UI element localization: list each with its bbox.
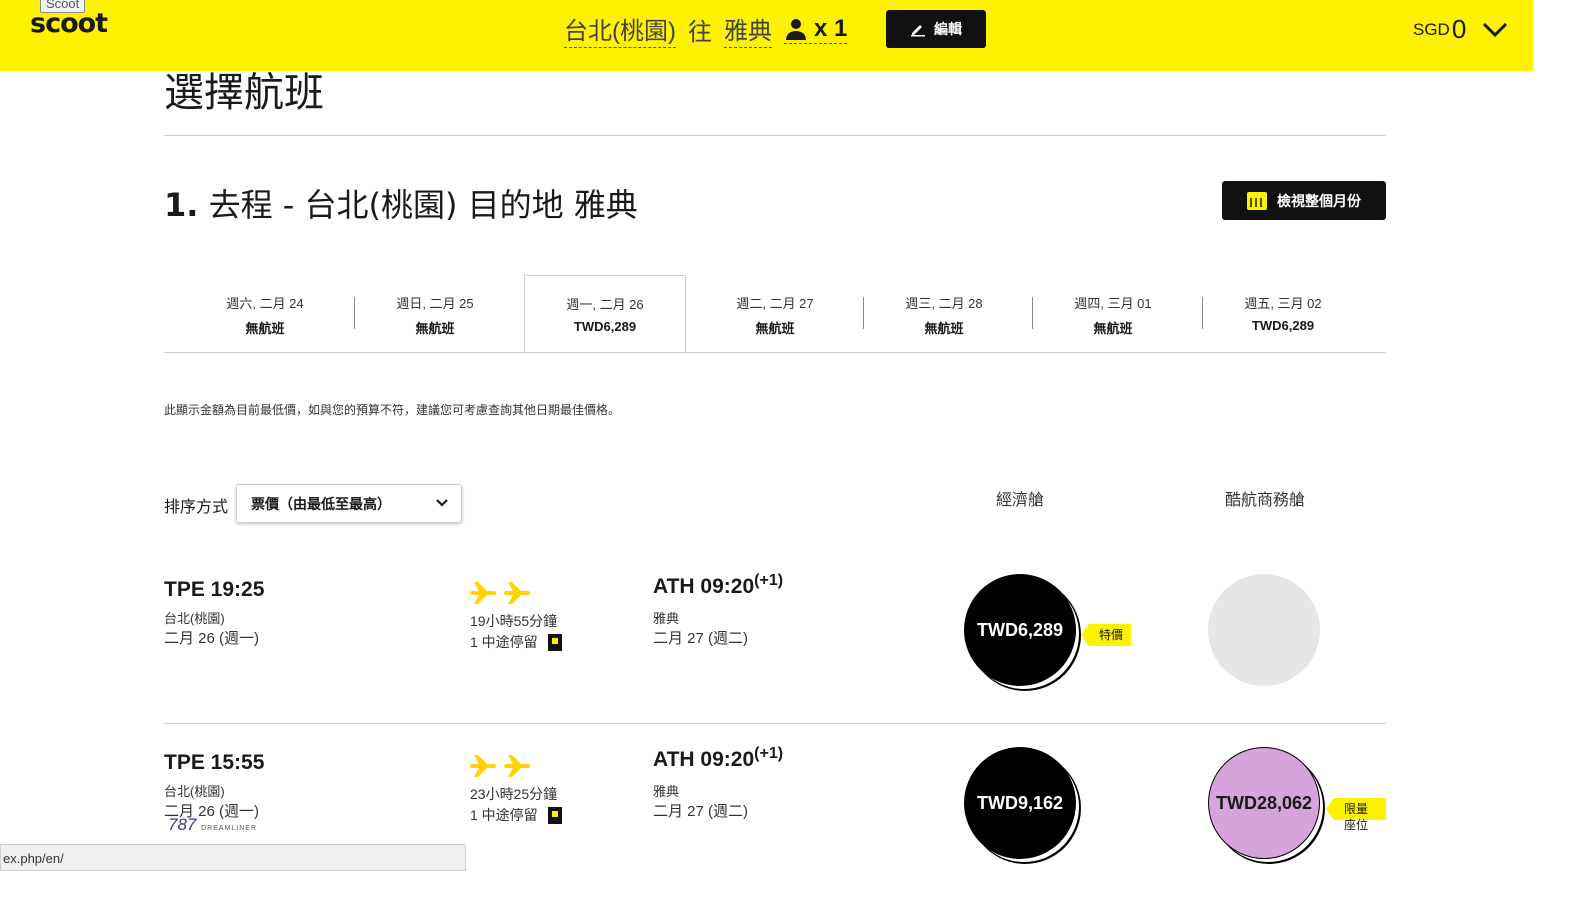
currency-cart[interactable]: SGD 0: [1413, 14, 1510, 45]
economy-fare-button[interactable]: TWD6,289: [964, 574, 1076, 686]
flight-path: [469, 580, 531, 606]
date-tab-date: 週三, 二月 28: [905, 296, 983, 311]
departure-time: TPE 15:55: [164, 751, 265, 774]
date-tab-date: 週二, 二月 27: [736, 296, 814, 311]
leg-description: 去程 - 台北(桃園) 目的地 雅典: [208, 186, 638, 224]
departure-city: 台北(桃園): [164, 611, 225, 626]
economy-fare-button[interactable]: TWD9,162: [964, 747, 1076, 859]
date-tab-price: TWD6,289: [1251, 318, 1315, 333]
pencil-icon: [911, 25, 925, 37]
meal-icon: [547, 806, 562, 824]
date-tab-date: 週一, 二月 26: [566, 297, 644, 312]
date-tab-date: 週四, 三月 01: [1074, 296, 1152, 311]
arrival-city: 雅典: [653, 784, 680, 799]
departure-time: TPE 19:25: [164, 578, 265, 601]
price-note: 此顯示金額為目前最低價，如與您的預算不符，建議您可考慮查詢其他日期最佳價格。: [164, 403, 621, 417]
stops-label: 1 中途停留: [470, 634, 538, 650]
route-connector: 往: [687, 18, 712, 46]
day-offset: (+1): [754, 745, 784, 762]
flight-row: TPE 15:55 台北(桃園) 二月 26 (週一) 787 DREAMLIN…: [164, 745, 1386, 921]
view-month-button[interactable]: 檢視整個月份: [1222, 181, 1386, 220]
date-tab-date: 週日, 二月 25: [396, 296, 474, 311]
logo-tooltip: Scoot: [40, 0, 86, 13]
leg-number: 1.: [164, 186, 199, 224]
arrival-time-value: ATH 09:20: [653, 575, 755, 598]
title-divider: [164, 135, 1386, 136]
cart-amount: 0: [1451, 14, 1467, 44]
date-tab[interactable]: 週三, 二月 28 無航班: [863, 275, 1025, 353]
departure-date: 二月 26 (週一): [164, 630, 260, 647]
plane-icon: [470, 582, 496, 604]
date-tab-price: 無航班: [245, 321, 285, 336]
date-tab-date: 週六, 二月 24: [226, 296, 304, 311]
plane-icon: [504, 582, 530, 604]
date-tab-price: 無航班: [415, 321, 455, 336]
browser-status-url: ex.php/en/: [0, 844, 466, 871]
sort-selected-value: 票價（由最低至最高）: [251, 495, 391, 512]
stops-label: 1 中途停留: [470, 807, 538, 823]
arrival-time: ATH 09:20(+1): [653, 745, 783, 772]
edit-label: 編輯: [934, 21, 962, 37]
destination-city[interactable]: 雅典: [723, 11, 772, 48]
stops-info[interactable]: 1 中途停留: [470, 805, 562, 825]
route-summary[interactable]: 台北(桃園) 往 雅典 x 1: [564, 11, 848, 48]
arrival-date: 二月 27 (週二): [653, 803, 749, 820]
special-price-tag: 特價: [1080, 624, 1132, 646]
sort-select[interactable]: 票價（由最低至最高）: [236, 484, 462, 523]
date-tab-active[interactable]: 週一, 二月 26 TWD6,289: [524, 275, 686, 353]
chevron-down-icon[interactable]: [1480, 20, 1510, 40]
plane-icon: [470, 755, 496, 777]
flight-duration: 23小時25分鐘: [470, 786, 558, 802]
meal-icon: [547, 633, 562, 651]
stops-info[interactable]: 1 中途停留: [470, 632, 562, 652]
flight-path: [469, 753, 531, 779]
arrival-time-value: ATH 09:20: [653, 748, 755, 771]
date-tab[interactable]: 週四, 三月 01 無航班: [1032, 275, 1194, 353]
date-tab[interactable]: 週二, 二月 27 無航班: [694, 275, 856, 353]
currency-code: SGD: [1413, 19, 1450, 39]
date-tab[interactable]: 週日, 二月 25 無航班: [354, 275, 516, 353]
flight-duration: 19小時55分鐘: [470, 613, 558, 629]
date-tab[interactable]: 週五, 三月 02 TWD6,289: [1202, 275, 1364, 353]
limited-seats-tag: 限量座位: [1326, 798, 1386, 832]
aircraft-logo: 787 DREAMLINER: [168, 815, 257, 835]
date-tab[interactable]: 週六, 二月 24 無航班: [184, 275, 346, 353]
arrival-time: ATH 09:20(+1): [653, 572, 783, 599]
arrival-city: 雅典: [653, 611, 680, 626]
date-tab-price: 無航班: [924, 321, 964, 336]
chevron-down-icon: [436, 499, 448, 507]
row-divider: [164, 723, 1386, 724]
edit-search-button[interactable]: 編輯: [886, 10, 986, 48]
departure-city: 台北(桃園): [164, 784, 225, 799]
date-tab-price: 無航班: [1093, 321, 1133, 336]
business-fare-button[interactable]: TWD28,062: [1208, 747, 1320, 859]
passenger-count[interactable]: x 1: [783, 14, 848, 44]
aircraft-model: 787: [168, 815, 197, 834]
date-tab-price: 無航班: [755, 321, 795, 336]
person-icon: [785, 18, 806, 40]
plane-icon: [504, 755, 530, 777]
economy-header: 經濟艙: [995, 492, 1044, 509]
origin-city[interactable]: 台北(桃園): [564, 11, 676, 48]
aircraft-sub: DREAMLINER: [201, 825, 258, 832]
tabs-underline: [164, 352, 1386, 353]
date-tab-date: 週五, 三月 02: [1244, 296, 1322, 311]
passenger-count-label: x 1: [813, 14, 848, 42]
page-title: 選擇航班: [164, 70, 324, 116]
leg-title: 1. 去程 - 台北(桃園) 目的地 雅典: [164, 180, 638, 226]
day-offset: (+1): [754, 572, 784, 589]
business-header: 酷航商務艙: [1224, 492, 1305, 509]
date-tabs: 週六, 二月 24 無航班 週日, 二月 25 無航班 週一, 二月 26 TW…: [184, 275, 1366, 353]
date-tab-price: TWD6,289: [573, 319, 637, 334]
view-month-label: 檢視整個月份: [1277, 192, 1361, 209]
arrival-date: 二月 27 (週二): [653, 630, 749, 647]
business-fare-unavailable: [1208, 574, 1320, 686]
calendar-icon: [1247, 191, 1267, 210]
sort-label: 排序方式: [164, 499, 229, 516]
